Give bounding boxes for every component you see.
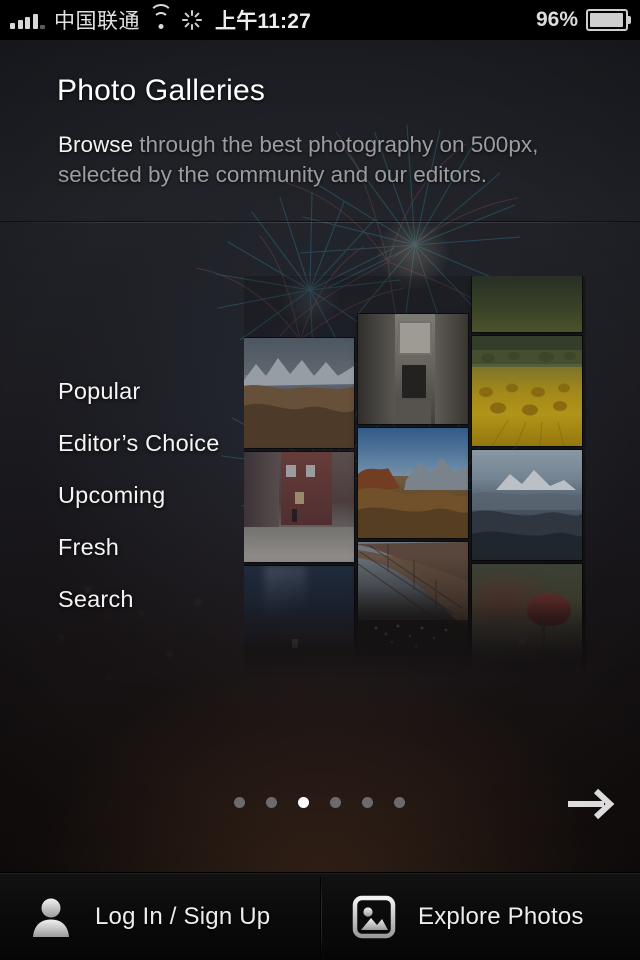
bottom-bar: Log In / Sign Up Explore Photos — [0, 872, 640, 960]
status-bar: 中国联通 上午11:27 96% — [0, 0, 640, 40]
page-dot-5[interactable] — [362, 797, 373, 808]
menu-item-label: Upcoming — [58, 481, 166, 508]
red-brick-alley-street-photo[interactable] — [244, 452, 354, 562]
battery-icon — [586, 9, 631, 31]
menu-item-label: Search — [58, 585, 134, 612]
page-dot-1[interactable] — [234, 797, 245, 808]
stone-alley-gate-photo[interactable] — [358, 314, 468, 424]
subtitle-strong: Browse — [58, 132, 134, 157]
person-icon — [33, 898, 69, 937]
page-dot-6[interactable] — [394, 797, 405, 808]
red-poppy-flower-photo[interactable] — [472, 564, 582, 674]
menu-item-label: Fresh — [58, 533, 120, 560]
page-dot-4[interactable] — [330, 797, 341, 808]
menu-item-editors-choice[interactable]: Editor’s Choice — [58, 417, 220, 469]
onboarding-screen: 中国联通 上午11:27 96% Photo Galleries Browse … — [0, 0, 640, 960]
menu-item-popular[interactable]: Popular — [58, 365, 220, 417]
page-dot-2[interactable] — [266, 797, 277, 808]
wifi-icon — [149, 3, 173, 29]
arrow-right-icon[interactable] — [566, 784, 618, 824]
snow-peak-aerial-photo[interactable] — [472, 450, 582, 560]
eiffel-tower-photo[interactable] — [358, 542, 468, 652]
menu-item-label: Popular — [58, 377, 141, 404]
photo-grid-column — [472, 276, 582, 678]
page-dot-3-active[interactable] — [298, 797, 309, 808]
explore-photos-button[interactable]: Explore Photos — [321, 873, 640, 960]
battery-percent-label: 96% — [535, 8, 578, 31]
signal-bars-icon — [10, 12, 45, 29]
menu-item-label: Editor’s Choice — [58, 429, 220, 456]
activity-spinner-icon — [182, 10, 202, 30]
menu-item-upcoming[interactable]: Upcoming — [58, 469, 220, 521]
photo-icon — [352, 895, 396, 939]
gallery-menu: Popular Editor’s Choice Upcoming Fresh S… — [58, 365, 220, 625]
login-signup-button[interactable]: Log In / Sign Up — [0, 873, 349, 960]
carrier-label: 中国联通 — [54, 10, 140, 33]
snow-mountain-range-photo[interactable] — [244, 338, 354, 448]
milky-way-night-sky-photo[interactable] — [244, 566, 354, 676]
green-hills-partial-photo[interactable] — [472, 276, 582, 332]
page-indicator — [234, 797, 405, 808]
autumn-mountain-valley-photo[interactable] — [358, 428, 468, 538]
menu-item-fresh[interactable]: Fresh — [58, 521, 220, 573]
login-signup-label: Log In / Sign Up — [95, 903, 271, 930]
clock-label: 上午11:27 — [215, 10, 311, 33]
photo-grid — [244, 276, 586, 790]
header-divider — [0, 222, 640, 223]
menu-item-search[interactable]: Search — [58, 573, 220, 625]
golden-hay-field-photo[interactable] — [472, 336, 582, 446]
page-subtitle: Browse through the best photography on 5… — [58, 130, 598, 190]
page-title: Photo Galleries — [57, 74, 266, 107]
explore-photos-label: Explore Photos — [418, 903, 584, 930]
